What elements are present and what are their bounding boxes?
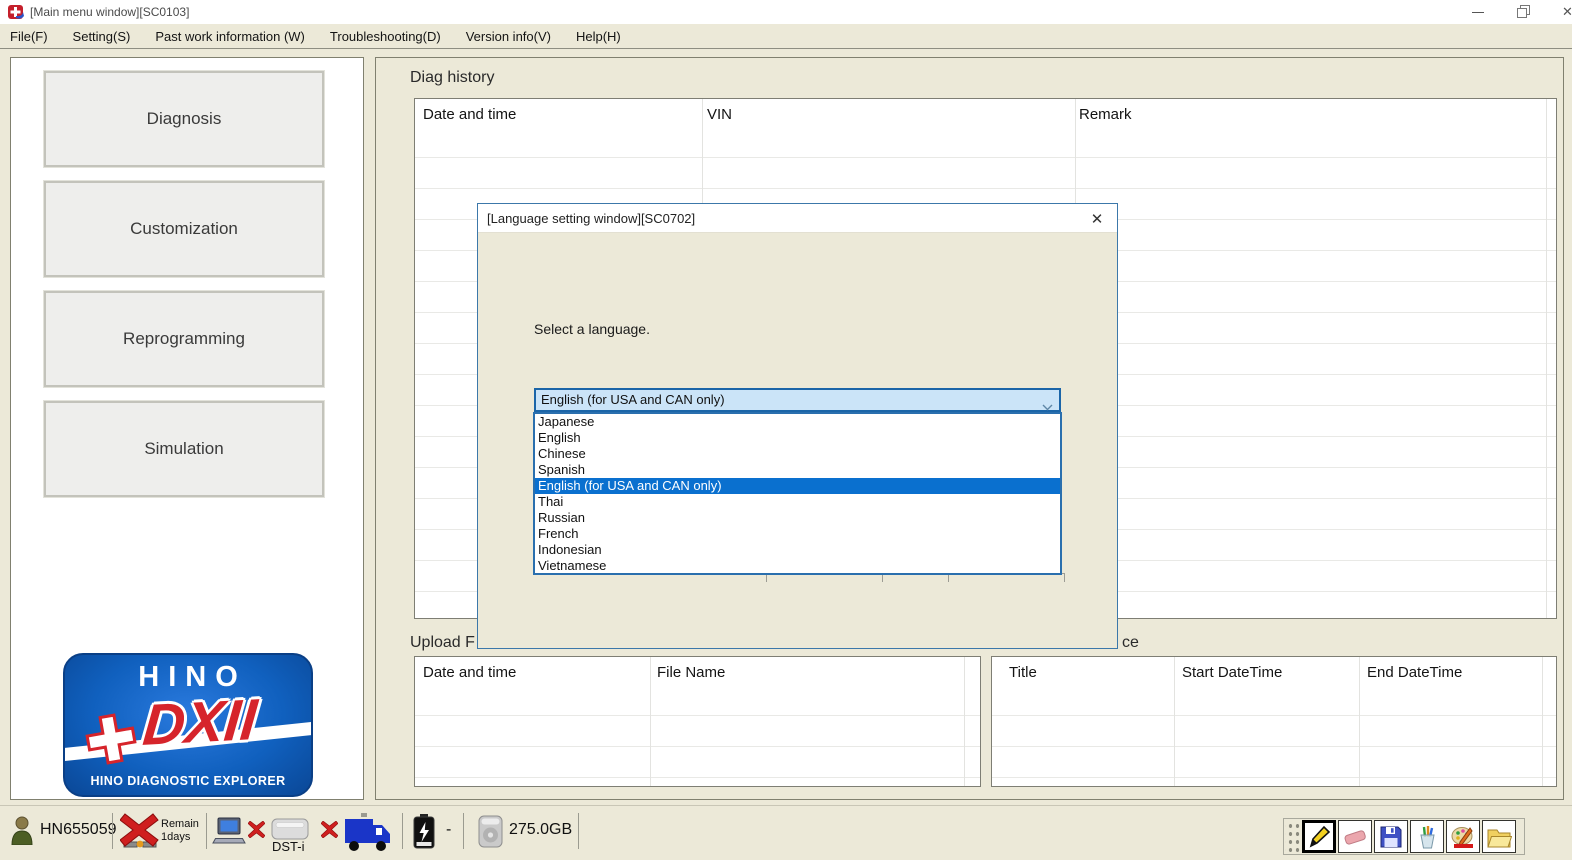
column-divider	[650, 657, 651, 786]
combobox-value: English (for USA and CAN only)	[541, 392, 725, 407]
logo-subtitle: HINO DIAGNOSTIC EXPLORER	[90, 774, 286, 788]
column-divider	[1546, 99, 1547, 618]
table-row-lines	[992, 685, 1556, 786]
hino-dx2-logo: HINO DXII HINO DIAGNOSTIC EXPLORER	[63, 653, 313, 797]
menu-file[interactable]: File(F)	[10, 29, 48, 44]
window-titlebar: [Main menu window][SC0103] ✕	[0, 0, 1572, 24]
customization-button[interactable]: Customization	[43, 180, 325, 278]
statusbar-divider	[463, 813, 464, 849]
minimize-icon	[1472, 12, 1484, 13]
statusbar-divider	[112, 813, 113, 849]
dsti-label: DST-i	[272, 839, 305, 854]
remain-line1: Remain	[161, 818, 199, 830]
col-vin: VIN	[707, 106, 733, 123]
col-date-and-time: Date and time	[423, 106, 517, 123]
pen-holder-tool-button[interactable]	[1410, 820, 1444, 853]
app-icon	[8, 4, 24, 20]
pencil-icon	[1309, 825, 1331, 848]
column-divider	[964, 657, 965, 786]
logo-dx2-text: DXII	[140, 687, 260, 758]
statusbar-divider	[402, 813, 403, 849]
dialog-titlebar: [Language setting window][SC0702] ✕	[478, 204, 1117, 233]
col-date-and-time: Date and time	[423, 664, 517, 681]
col-file-name: File Name	[657, 664, 726, 681]
language-prompt: Select a language.	[534, 321, 650, 337]
palette-tool-button[interactable]	[1446, 820, 1480, 853]
disk-icon	[478, 815, 503, 853]
schedule-title-fragment: ce	[1122, 634, 1139, 651]
menu-past-work-information[interactable]: Past work information (W)	[155, 29, 305, 44]
language-setting-dialog: [Language setting window][SC0702] ✕ Sele…	[477, 203, 1118, 649]
battery-status: -	[446, 821, 452, 838]
close-button[interactable]: ✕	[1552, 0, 1572, 24]
window-title: [Main menu window][SC0103]	[30, 5, 190, 19]
upload-file-title-fragment: Upload F	[410, 634, 475, 651]
menu-version-info[interactable]: Version info(V)	[466, 29, 551, 44]
reprogramming-button[interactable]: Reprogramming	[43, 290, 325, 388]
battery-icon	[412, 814, 436, 856]
license-remain-label: Remain 1days	[161, 818, 199, 844]
simulation-button[interactable]: Simulation	[43, 400, 325, 498]
language-dropdown-list: Japanese English Chinese Spanish English…	[533, 412, 1062, 575]
vehicle-icon	[343, 813, 393, 858]
dsti-disconnect-icon	[320, 820, 339, 843]
restore-icon	[1517, 5, 1530, 18]
remain-line2: 1days	[161, 831, 191, 843]
upload-file-table[interactable]: Date and time File Name	[414, 656, 981, 787]
dialog-title: [Language setting window][SC0702]	[487, 211, 696, 226]
column-divider	[1542, 657, 1543, 786]
statusbar-divider	[578, 813, 579, 849]
palette-icon	[1451, 826, 1473, 848]
option-russian[interactable]: Russian	[535, 510, 1060, 526]
statusbar-divider	[206, 813, 207, 849]
annotation-toolbar	[1283, 818, 1525, 855]
minimize-button[interactable]	[1462, 0, 1494, 24]
option-thai[interactable]: Thai	[535, 494, 1060, 510]
col-remark: Remark	[1079, 106, 1132, 123]
menu-help[interactable]: Help(H)	[576, 29, 621, 44]
pencil-tool-button[interactable]	[1302, 820, 1336, 853]
folder-tool-button[interactable]	[1482, 820, 1516, 853]
eraser-tool-button[interactable]	[1338, 820, 1372, 853]
option-spanish[interactable]: Spanish	[535, 462, 1060, 478]
menubar: File(F) Setting(S) Past work information…	[0, 24, 1572, 49]
language-combobox[interactable]: English (for USA and CAN only)	[534, 388, 1061, 412]
schedule-table[interactable]: Title Start DateTime End DateTime	[991, 656, 1557, 787]
option-vietnamese[interactable]: Vietnamese	[535, 558, 1060, 573]
col-start-datetime: Start DateTime	[1182, 664, 1283, 681]
dialog-close-button[interactable]: ✕	[1088, 210, 1106, 228]
option-japanese[interactable]: Japanese	[535, 414, 1060, 430]
main-menu-panel: Diagnosis Customization Reprogramming Si…	[10, 57, 364, 800]
col-title: Title	[1009, 664, 1037, 681]
option-french[interactable]: French	[535, 526, 1060, 542]
option-indonesian[interactable]: Indonesian	[535, 542, 1060, 558]
diag-history-title: Diag history	[410, 69, 495, 86]
col-end-datetime: End DateTime	[1367, 664, 1463, 681]
restore-button[interactable]	[1508, 0, 1540, 24]
menu-troubleshooting[interactable]: Troubleshooting(D)	[330, 29, 441, 44]
user-icon	[10, 815, 34, 850]
pc-disconnect-icon	[247, 820, 266, 843]
diagnosis-button[interactable]: Diagnosis	[43, 70, 325, 168]
column-divider	[1174, 657, 1175, 786]
toolbar-drag-handle[interactable]	[1285, 820, 1300, 853]
option-english[interactable]: English	[535, 430, 1060, 446]
folder-icon	[1487, 829, 1512, 847]
menu-setting[interactable]: Setting(S)	[73, 29, 131, 44]
user-id: HN655059	[40, 821, 117, 838]
eraser-icon	[1344, 829, 1366, 845]
disk-free-space: 275.0GB	[509, 821, 573, 838]
server-disconnected-icon	[119, 813, 160, 856]
pc-icon	[212, 817, 246, 850]
column-divider	[1359, 657, 1360, 786]
option-english-usa-can[interactable]: English (for USA and CAN only)	[535, 478, 1060, 494]
save-tool-button[interactable]	[1374, 820, 1408, 853]
option-chinese[interactable]: Chinese	[535, 446, 1060, 462]
pen-holder-icon	[1420, 825, 1435, 848]
table-row-lines	[415, 685, 980, 786]
save-icon	[1380, 826, 1402, 847]
